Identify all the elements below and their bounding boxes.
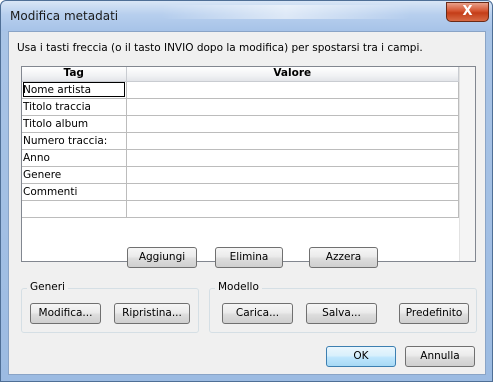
restore-genres-button[interactable]: Ripristina... xyxy=(114,303,190,324)
value-cell[interactable] xyxy=(126,166,459,184)
tag-cell[interactable]: Titolo traccia xyxy=(22,98,127,116)
edit-genres-button[interactable]: Modifica... xyxy=(30,303,101,324)
tag-cell[interactable]: Nome artista xyxy=(22,81,127,99)
tag-cell[interactable] xyxy=(22,200,127,218)
cancel-button[interactable]: Annulla xyxy=(405,346,475,367)
table-row: Genere xyxy=(22,166,459,184)
value-cell[interactable] xyxy=(126,98,459,116)
tag-cell[interactable]: Titolo album xyxy=(22,115,127,133)
value-cell[interactable] xyxy=(126,183,459,201)
close-button[interactable]: X xyxy=(446,2,489,22)
table-row: Nome artista xyxy=(22,81,459,99)
table-row xyxy=(22,200,459,218)
metadata-table: Tag Valore Nome artista Titolo traccia T… xyxy=(22,67,459,218)
dialog-window: Modifica metadati X Usa i tasti freccia … xyxy=(0,0,493,382)
column-header-tag[interactable]: Tag xyxy=(22,67,127,82)
table-row: Anno xyxy=(22,149,459,167)
table-row: Commenti xyxy=(22,183,459,201)
save-template-button[interactable]: Salva... xyxy=(306,303,377,324)
title-gloss xyxy=(161,5,411,19)
table-row: Titolo album xyxy=(22,115,459,133)
close-icon: X xyxy=(462,4,473,19)
window-title: Modifica metadati xyxy=(10,9,119,23)
instructions-text: Usa i tasti freccia (o il tasto INVIO do… xyxy=(17,42,423,54)
genres-group-label: Generi xyxy=(27,281,68,293)
column-header-value[interactable]: Valore xyxy=(126,67,459,82)
tag-cell[interactable]: Commenti xyxy=(22,183,127,201)
clear-button[interactable]: Azzera xyxy=(309,247,378,268)
ok-button[interactable]: OK xyxy=(326,346,396,367)
template-group-label: Modello xyxy=(215,281,262,293)
add-row-button[interactable]: Aggiungi xyxy=(127,247,197,268)
dialog-client-area: Usa i tasti freccia (o il tasto INVIO do… xyxy=(8,31,486,375)
value-cell[interactable] xyxy=(126,149,459,167)
tag-cell[interactable]: Genere xyxy=(22,166,127,184)
load-template-button[interactable]: Carica... xyxy=(222,303,293,324)
value-cell[interactable] xyxy=(126,132,459,150)
value-cell[interactable] xyxy=(126,200,459,218)
table-row: Titolo traccia xyxy=(22,98,459,116)
grid-scroll-area xyxy=(459,67,475,261)
metadata-grid[interactable]: Tag Valore Nome artista Titolo traccia T… xyxy=(21,66,476,262)
value-cell[interactable] xyxy=(126,115,459,133)
tag-cell[interactable]: Numero traccia: xyxy=(22,132,127,150)
grid-header-row: Tag Valore xyxy=(22,67,459,82)
title-bar[interactable]: Modifica metadati X xyxy=(1,1,492,31)
table-row: Numero traccia: xyxy=(22,132,459,150)
tag-cell[interactable]: Anno xyxy=(22,149,127,167)
default-template-button[interactable]: Predefinito xyxy=(399,303,469,324)
delete-row-button[interactable]: Elimina xyxy=(215,247,283,268)
value-cell[interactable] xyxy=(126,81,459,99)
